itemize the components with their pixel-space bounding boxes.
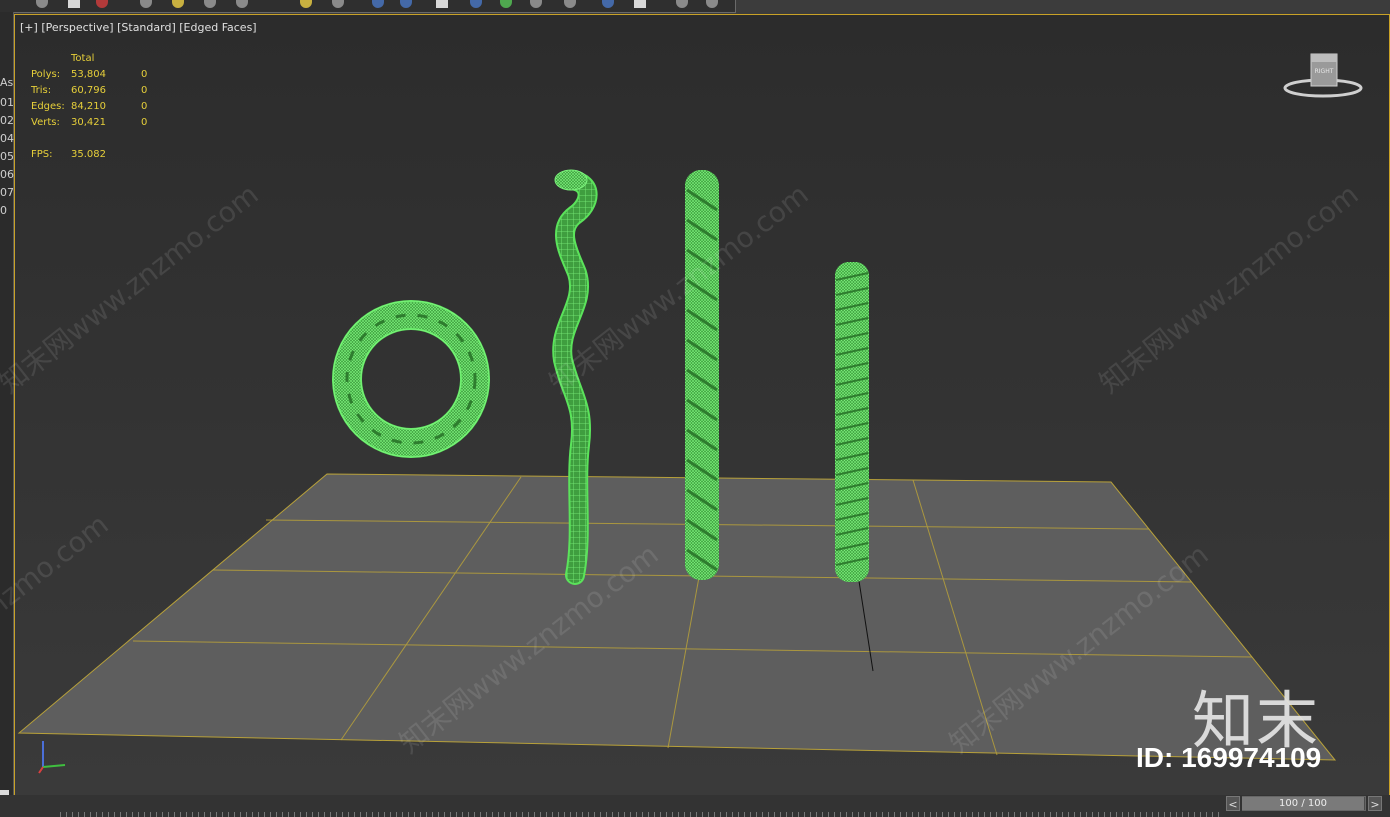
teapot-icon[interactable] [676,0,688,8]
stats-polys-sel: 0 [141,69,148,80]
main-toolbar [0,0,736,13]
stats-edges-sel: 0 [141,101,148,112]
schematic-icon[interactable] [470,0,482,8]
strip-label-1: As [0,76,14,89]
strip-label-5: 05 [0,150,14,163]
rotate-tool-icon[interactable] [140,0,152,8]
stats-tris-label: Tris: [31,85,52,96]
render-frame-icon[interactable] [564,0,576,8]
extra-tool-icon[interactable] [706,0,718,8]
strip-label-6: 06 [0,168,14,181]
coil-column-object[interactable] [835,262,869,582]
timeline-ticks[interactable] [60,812,1220,817]
time-prev-button[interactable]: < [1226,796,1240,811]
stats-edges-total: 84,210 [71,101,106,112]
strip-label-7: 07 [0,186,14,199]
graph-editor-icon[interactable] [436,0,448,8]
viewport-label[interactable]: [+] [Perspective] [Standard] [Edged Face… [20,21,257,34]
time-slider[interactable]: < 100 / 100 > [1226,796,1382,812]
scene-canvas: RIGHT [15,15,1389,795]
stats-tris-total: 60,796 [71,85,106,96]
align-tool-icon[interactable] [400,0,412,8]
strip-label-2: 01 [0,96,14,109]
material-editor-icon[interactable] [500,0,512,8]
render-active-icon[interactable] [634,0,646,8]
scale-tool-icon[interactable] [172,0,184,8]
stats-verts-label: Verts: [31,117,60,128]
move-tool-icon[interactable] [68,0,80,8]
stats-tris-sel: 0 [141,85,148,96]
twisted-rope-column[interactable] [685,170,719,580]
stats-header: Total [71,53,95,64]
left-panel-strip: As 01 02 04 05 06 07 0 [0,12,14,817]
strip-label-8: 0 [0,204,7,217]
stats-fps-label: FPS: [31,149,53,160]
time-next-button[interactable]: > [1368,796,1382,811]
stats-fps-value: 35.082 [71,149,106,160]
link-tool-icon[interactable] [204,0,216,8]
strip-label-3: 02 [0,114,14,127]
image-id-label: ID: 169974109 [1136,742,1322,773]
viewport-point-of-view[interactable]: [Perspective] [41,21,113,34]
stats-edges-label: Edges: [31,101,65,112]
light-tool-icon[interactable] [300,0,312,8]
viewport-menu-plus[interactable]: [+] [20,21,38,34]
render-setup-icon[interactable] [530,0,542,8]
viewport-shading-standard[interactable]: [Standard] [117,21,176,34]
stats-polys-total: 53,804 [71,69,106,80]
time-slider-thumb[interactable]: 100 / 100 [1242,797,1364,810]
stats-verts-total: 30,421 [71,117,106,128]
record-icon[interactable] [96,0,108,8]
render-icon[interactable] [602,0,614,8]
camera-tool-icon[interactable] [332,0,344,8]
stats-verts-sel: 0 [141,117,148,128]
select-tool-icon[interactable] [36,0,48,8]
strip-label-4: 04 [0,132,14,145]
perspective-viewport[interactable]: RIGHT [+] [Perspective] [Standard] [Edge… [14,14,1390,796]
stats-polys-label: Polys: [31,69,61,80]
snap-tool-icon[interactable] [236,0,248,8]
viewport-edged-faces[interactable]: [Edged Faces] [179,21,256,34]
viewcube-face-label: RIGHT [1315,68,1334,75]
mirror-tool-icon[interactable] [372,0,384,8]
